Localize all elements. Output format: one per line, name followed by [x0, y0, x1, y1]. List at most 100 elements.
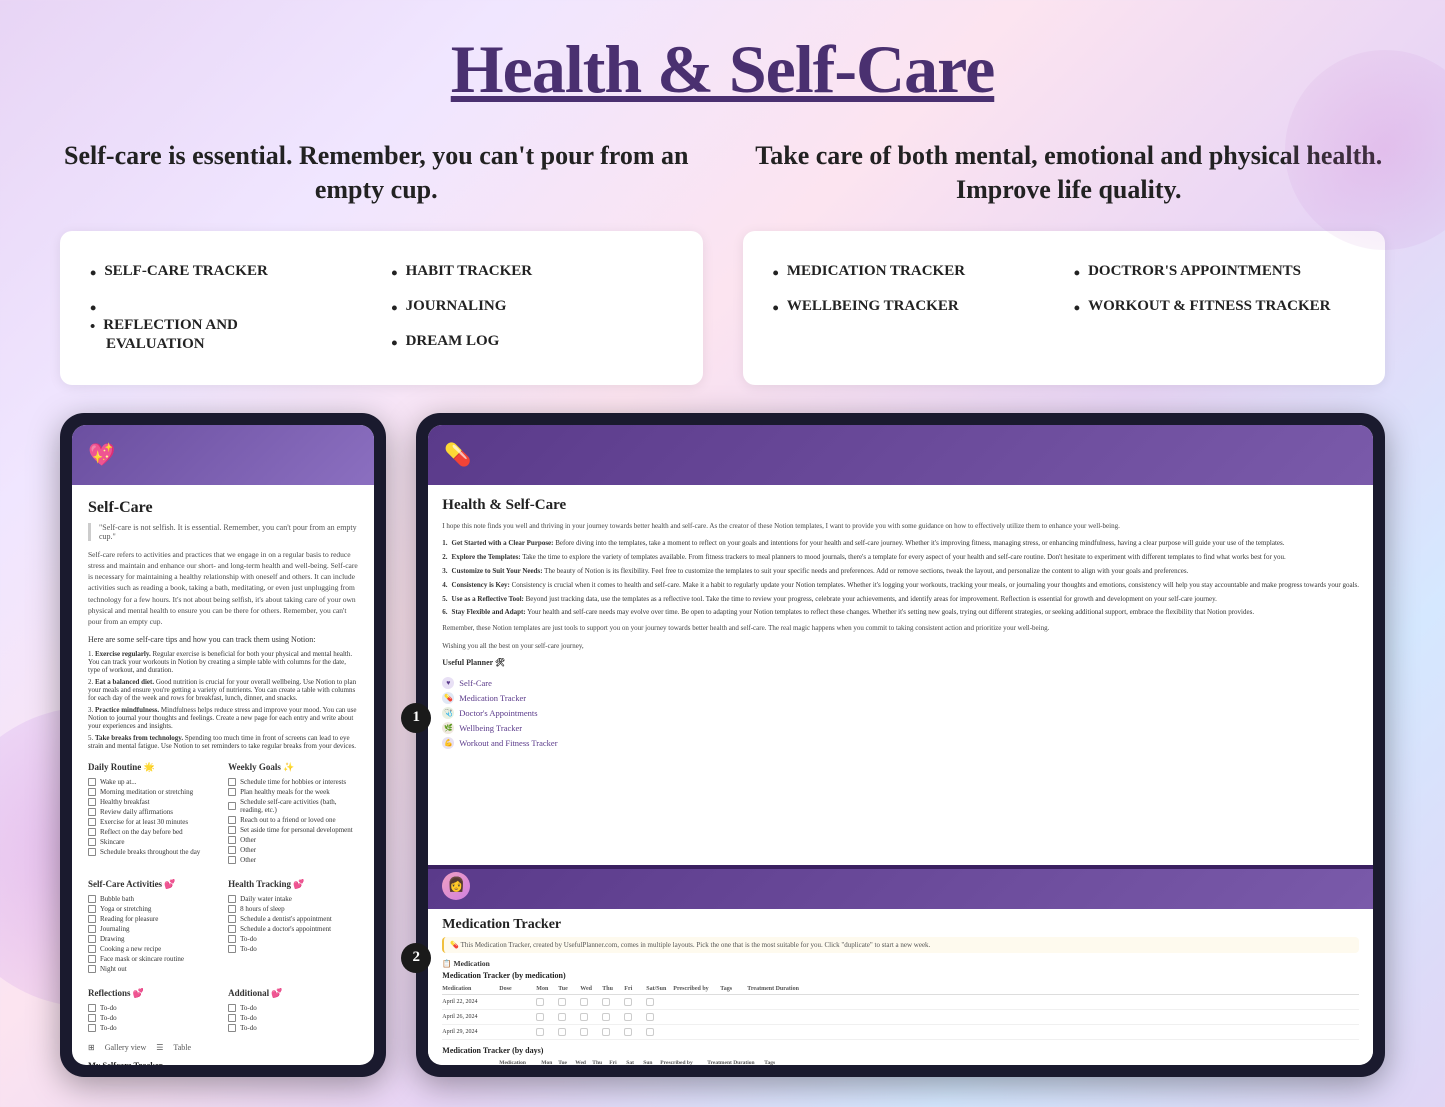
check-development: Set aside time for personal development	[228, 825, 358, 835]
h2-sat: Sat	[626, 1060, 641, 1065]
weekly-goals-col: Weekly Goals ✨ Schedule time for hobbies…	[228, 756, 358, 865]
left-device-screen: 💖 Self-Care "Self-care is not selfish. I…	[72, 425, 374, 1065]
feature-box-right-grid: MEDICATION TRACKER WELLBEING TRACKER DOC…	[773, 255, 1356, 325]
row2-thu	[602, 1013, 610, 1021]
link-doctor-label: Doctor's Appointments	[459, 708, 537, 718]
med-table-title-1: Medication Tracker (by medication)	[442, 971, 1359, 980]
h2-sun: Sun	[643, 1060, 658, 1065]
step-3: 3. Customize to Suit Your Needs: The bea…	[442, 567, 1359, 577]
col-prescribed: Prescribed by	[673, 986, 718, 992]
check-face-mask: Face mask or skincare routine	[88, 954, 218, 964]
step-6: 6. Stay Flexible and Adapt: Your health …	[442, 608, 1359, 618]
page-title: Health & Self-Care	[60, 30, 1385, 109]
wish-text: Wishing you all the best on your self-ca…	[442, 642, 1359, 650]
check-breaks: Schedule breaks throughout the day	[88, 847, 218, 857]
feature-box-left: SELF-CARE TRACKER •REFLECTION AND EVALUA…	[60, 231, 703, 385]
closing-text: Remember, these Notion templates are jus…	[442, 624, 1359, 634]
additional-col: Additional 💕 To-do To-do To-do	[228, 982, 358, 1033]
link-workout[interactable]: 💪 Workout and Fitness Tracker	[442, 737, 1359, 749]
right-screen-title: Health & Self-Care	[442, 497, 1359, 514]
check-add-2: To-do	[228, 1013, 358, 1023]
check-hobbies: Schedule time for hobbies or interests	[228, 777, 358, 787]
screenshots-row: 💖 Self-Care "Self-care is not selfish. I…	[60, 413, 1385, 1077]
row2-wed	[580, 1013, 588, 1021]
row3-date: April 29, 2024	[442, 1029, 497, 1035]
badge-2: 2	[401, 943, 431, 973]
row3-fri	[624, 1028, 632, 1036]
medication-label: 📋 Medication	[442, 959, 1359, 968]
check-drawing: Drawing	[88, 934, 218, 944]
check-add-1: To-do	[228, 1003, 358, 1013]
col-tags: Tags	[720, 986, 745, 992]
tip-1: 1. Exercise regularly. Regular exercise …	[88, 650, 358, 674]
link-dot-4: 🌿	[442, 722, 454, 734]
link-wellbeing[interactable]: 🌿 Wellbeing Tracker	[442, 722, 1359, 734]
row2-mon	[536, 1013, 544, 1021]
gallery-icon: ⊞	[88, 1043, 95, 1052]
check-todo-1: To-do	[228, 934, 358, 944]
row2-sat	[646, 1013, 654, 1021]
check-skincare: Skincare	[88, 837, 218, 847]
check-bubble: Bubble bath	[88, 894, 218, 904]
link-dot-2: 💊	[442, 692, 454, 704]
link-medication[interactable]: 💊 Medication Tracker	[442, 692, 1359, 704]
feature-item-9: WORKOUT & FITNESS TRACKER	[1074, 290, 1355, 325]
med-table-header: Medication Dose Mon Tue Wed Thu Fri Sat/…	[442, 984, 1359, 995]
left-screen-title: Self-Care	[88, 499, 358, 517]
link-dot-1: ♥	[442, 677, 454, 689]
h2-wed: Wed	[575, 1060, 590, 1065]
left-screen-header: 💖	[72, 425, 374, 485]
h2-medication: Medication	[499, 1060, 539, 1065]
selfcare-activities-col: Self-Care Activities 💕 Bubble bath Yoga …	[88, 873, 218, 974]
my-selfcare-tracker-title: My Selfcare Tracker	[88, 1060, 358, 1064]
right-device-screen: 💊 Health & Self-Care I hope this note fi…	[428, 425, 1373, 1065]
med-row-1: April 22, 2024	[442, 995, 1359, 1010]
navigation-links: ♥ Self-Care 💊 Medication Tracker 🩺	[442, 677, 1359, 749]
check-dentist: Schedule a dentist's appointment	[228, 914, 358, 924]
h2-fri: Fri	[609, 1060, 624, 1065]
right-intro: I hope this note finds you well and thri…	[442, 522, 1359, 532]
row3-tue	[558, 1028, 566, 1036]
daily-routine-title: Daily Routine 🌟	[88, 762, 218, 773]
row2-fri	[624, 1013, 632, 1021]
link-self-care[interactable]: ♥ Self-Care	[442, 677, 1359, 689]
lower-screen-header: 👩	[428, 869, 1373, 909]
left-screen-body: Self-care refers to activities and pract…	[88, 549, 358, 628]
left-screen-content: Self-Care "Self-care is not selfish. It …	[72, 485, 374, 1065]
additional-title: Additional 💕	[228, 988, 358, 999]
check-doctor: Schedule a doctor's appointment	[228, 924, 358, 934]
tip-3: 3. Practice mindfulness. Mindfulness hel…	[88, 706, 358, 730]
med-tracker-title: Medication Tracker	[442, 917, 1359, 933]
check-reach-out: Reach out to a friend or loved one	[228, 815, 358, 825]
check-add-3: To-do	[228, 1023, 358, 1033]
col-mon: Mon	[536, 986, 556, 992]
med-info-banner: 💊 This Medication Tracker, created by Us…	[442, 937, 1359, 953]
right-screen-header: 💊	[428, 425, 1373, 485]
med-table-2-header: Medication Mon Tue Wed Thu Fri Sat Sun P…	[442, 1058, 1359, 1065]
feature-item-8: DOCTROR'S APPOINTMENTS	[1074, 255, 1355, 290]
row1-sat	[646, 998, 654, 1006]
row1-thu	[602, 998, 610, 1006]
check-other-1: Other	[228, 835, 358, 845]
check-night-out: Night out	[88, 964, 218, 974]
col-dose: Dose	[499, 986, 534, 992]
health-tracking-col: Health Tracking 💕 Daily water intake 8 h…	[228, 873, 358, 974]
check-refl-2: To-do	[88, 1013, 218, 1023]
reflections-grid: Reflections 💕 To-do To-do To-do Addition…	[88, 982, 358, 1033]
feature-item-6: MEDICATION TRACKER	[773, 255, 1054, 290]
check-water: Daily water intake	[228, 894, 358, 904]
row2-tue	[558, 1013, 566, 1021]
page-container: Health & Self-Care Self-care is essentia…	[0, 0, 1445, 1107]
col-tue: Tue	[558, 986, 578, 992]
screen-split: 💊 Health & Self-Care I hope this note fi…	[428, 425, 1373, 1065]
link-doctor[interactable]: 🩺 Doctor's Appointments	[442, 707, 1359, 719]
row2-date: April 26, 2024	[442, 1014, 497, 1020]
row1-fri	[624, 998, 632, 1006]
check-yoga: Yoga or stretching	[88, 904, 218, 914]
feature-item-2: •REFLECTION AND EVALUATION	[90, 290, 371, 361]
subtitles-row: Self-care is essential. Remember, you ca…	[60, 139, 1385, 207]
check-meditation: Morning meditation or stretching	[88, 787, 218, 797]
h2-tue: Tue	[558, 1060, 573, 1065]
my-selfcare-tracker: My Selfcare Tracker Morning Routine Thou…	[88, 1060, 358, 1064]
link-wellbeing-label: Wellbeing Tracker	[459, 723, 522, 733]
